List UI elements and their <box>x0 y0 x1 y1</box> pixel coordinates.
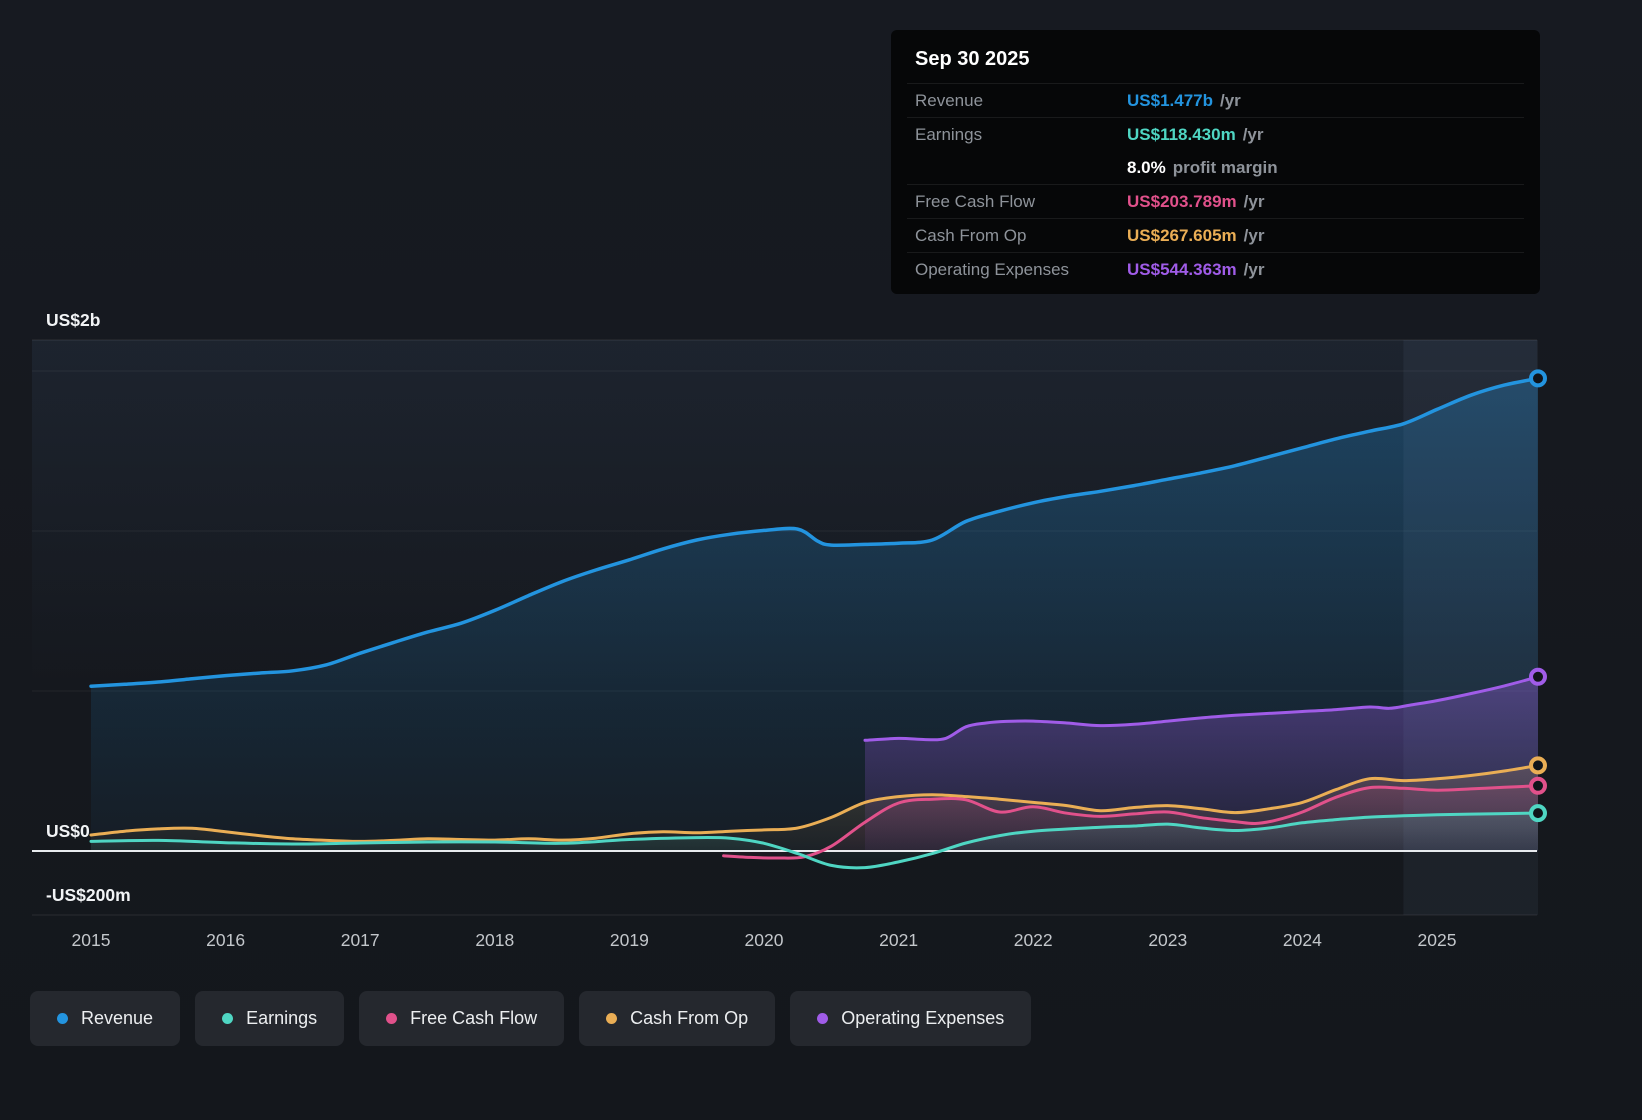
y-tick-us-2b: US$2b <box>46 310 100 330</box>
legend-item-earnings[interactable]: Earnings <box>195 991 345 1046</box>
highlight-band-past-year <box>1403 340 1538 915</box>
x-tick-2023: 2023 <box>1148 930 1187 950</box>
endpoint-marker-free-cash-flow <box>1529 776 1547 795</box>
tooltip-row-profit-margin: 8.0% profit margin <box>907 151 1524 184</box>
tooltip-row-free-cash-flow: Free Cash Flow US$203.789m/yr <box>907 184 1524 218</box>
tooltip-row-operating-expenses: Operating Expenses US$544.363m/yr <box>907 252 1524 286</box>
x-tick-2021: 2021 <box>879 930 918 950</box>
x-tick-2018: 2018 <box>475 930 514 950</box>
legend-dot-free-cash-flow <box>386 1013 398 1024</box>
tooltip-row-label: Cash From Op <box>915 225 1027 245</box>
legend-dot-operating-expenses <box>817 1013 829 1024</box>
legend-label: Operating Expenses <box>841 1008 1005 1028</box>
tooltip-row-suffix: /yr <box>1242 124 1264 144</box>
chart-legend: Revenue Earnings Free Cash Flow Cash From O… <box>30 991 1032 1046</box>
tooltip-row-label: Earnings <box>915 124 983 144</box>
legend-item-operating-expenses[interactable]: Operating Expenses <box>790 991 1032 1046</box>
legend-dot-revenue <box>57 1013 68 1024</box>
tooltip-rows: Revenue US$1.477b/yr Earnings US$118.430m/y… <box>907 83 1524 286</box>
tooltip-row-label: Operating Expenses <box>915 259 1070 279</box>
x-tick-2015: 2015 <box>72 930 111 950</box>
tooltip-row-suffix: /yr <box>1220 90 1241 110</box>
endpoint-marker-revenue <box>1529 369 1547 388</box>
tooltip-row-label: Revenue <box>915 90 984 110</box>
tooltip-row-suffix: /yr <box>1243 225 1265 245</box>
endpoint-marker-cash-from-op <box>1529 756 1547 775</box>
chart-tooltip: Sep 30 2025 Revenue US$1.477b/yr Earnings U… <box>891 30 1540 294</box>
x-axis-labels: 2015 2016 2017 2018 2019 2020 2021 2022 2023 2024… <box>72 930 1457 950</box>
tooltip-row-value: 8.0% <box>1127 157 1166 177</box>
tooltip-row-value: US$118.430m <box>1127 124 1236 144</box>
endpoint-marker-operating-expenses <box>1529 667 1547 686</box>
x-tick-2017: 2017 <box>341 930 380 950</box>
endpoint-marker-earnings <box>1529 804 1547 823</box>
tooltip-row-value: US$1.477b <box>1127 90 1213 110</box>
legend-item-free-cash-flow[interactable]: Free Cash Flow <box>359 991 565 1046</box>
x-tick-2024: 2024 <box>1283 930 1322 950</box>
tooltip-row-value: US$203.789m <box>1127 191 1237 211</box>
tooltip-row-label: Free Cash Flow <box>915 191 1035 211</box>
tooltip-row-suffix: /yr <box>1243 191 1265 211</box>
x-tick-2020: 2020 <box>745 930 784 950</box>
tooltip-row-earnings: Earnings US$118.430m/yr <box>907 117 1524 151</box>
tooltip-row-value: US$267.605m <box>1127 225 1237 245</box>
legend-dot-cash-from-op <box>606 1013 618 1024</box>
legend-label: Cash From Op <box>630 1008 749 1028</box>
tooltip-row-suffix: profit margin <box>1172 157 1278 177</box>
legend-label: Earnings <box>246 1008 318 1028</box>
tooltip-date: Sep 30 2025 <box>915 48 1030 70</box>
x-tick-2016: 2016 <box>206 930 245 950</box>
legend-item-revenue[interactable]: Revenue <box>30 991 181 1046</box>
x-tick-2022: 2022 <box>1014 930 1053 950</box>
tooltip-row-suffix: /yr <box>1243 259 1265 279</box>
x-tick-2025: 2025 <box>1418 930 1457 950</box>
legend-dot-earnings <box>222 1013 234 1024</box>
app-root: 2015 2016 2017 2018 2019 2020 2021 2022 2023 2024… <box>0 0 1642 1120</box>
tooltip-row-cash-from-op: Cash From Op US$267.605m/yr <box>907 218 1524 252</box>
legend-item-cash-from-op[interactable]: Cash From Op <box>579 991 776 1046</box>
x-tick-2019: 2019 <box>610 930 649 950</box>
y-tick-us-0: US$0 <box>46 821 90 841</box>
tooltip-row-revenue: Revenue US$1.477b/yr <box>907 83 1524 117</box>
tooltip-row-value: US$544.363m <box>1127 259 1237 279</box>
y-tick-us-200m: -US$200m <box>46 885 131 905</box>
legend-label: Revenue <box>81 1008 154 1028</box>
legend-label: Free Cash Flow <box>410 1008 538 1028</box>
